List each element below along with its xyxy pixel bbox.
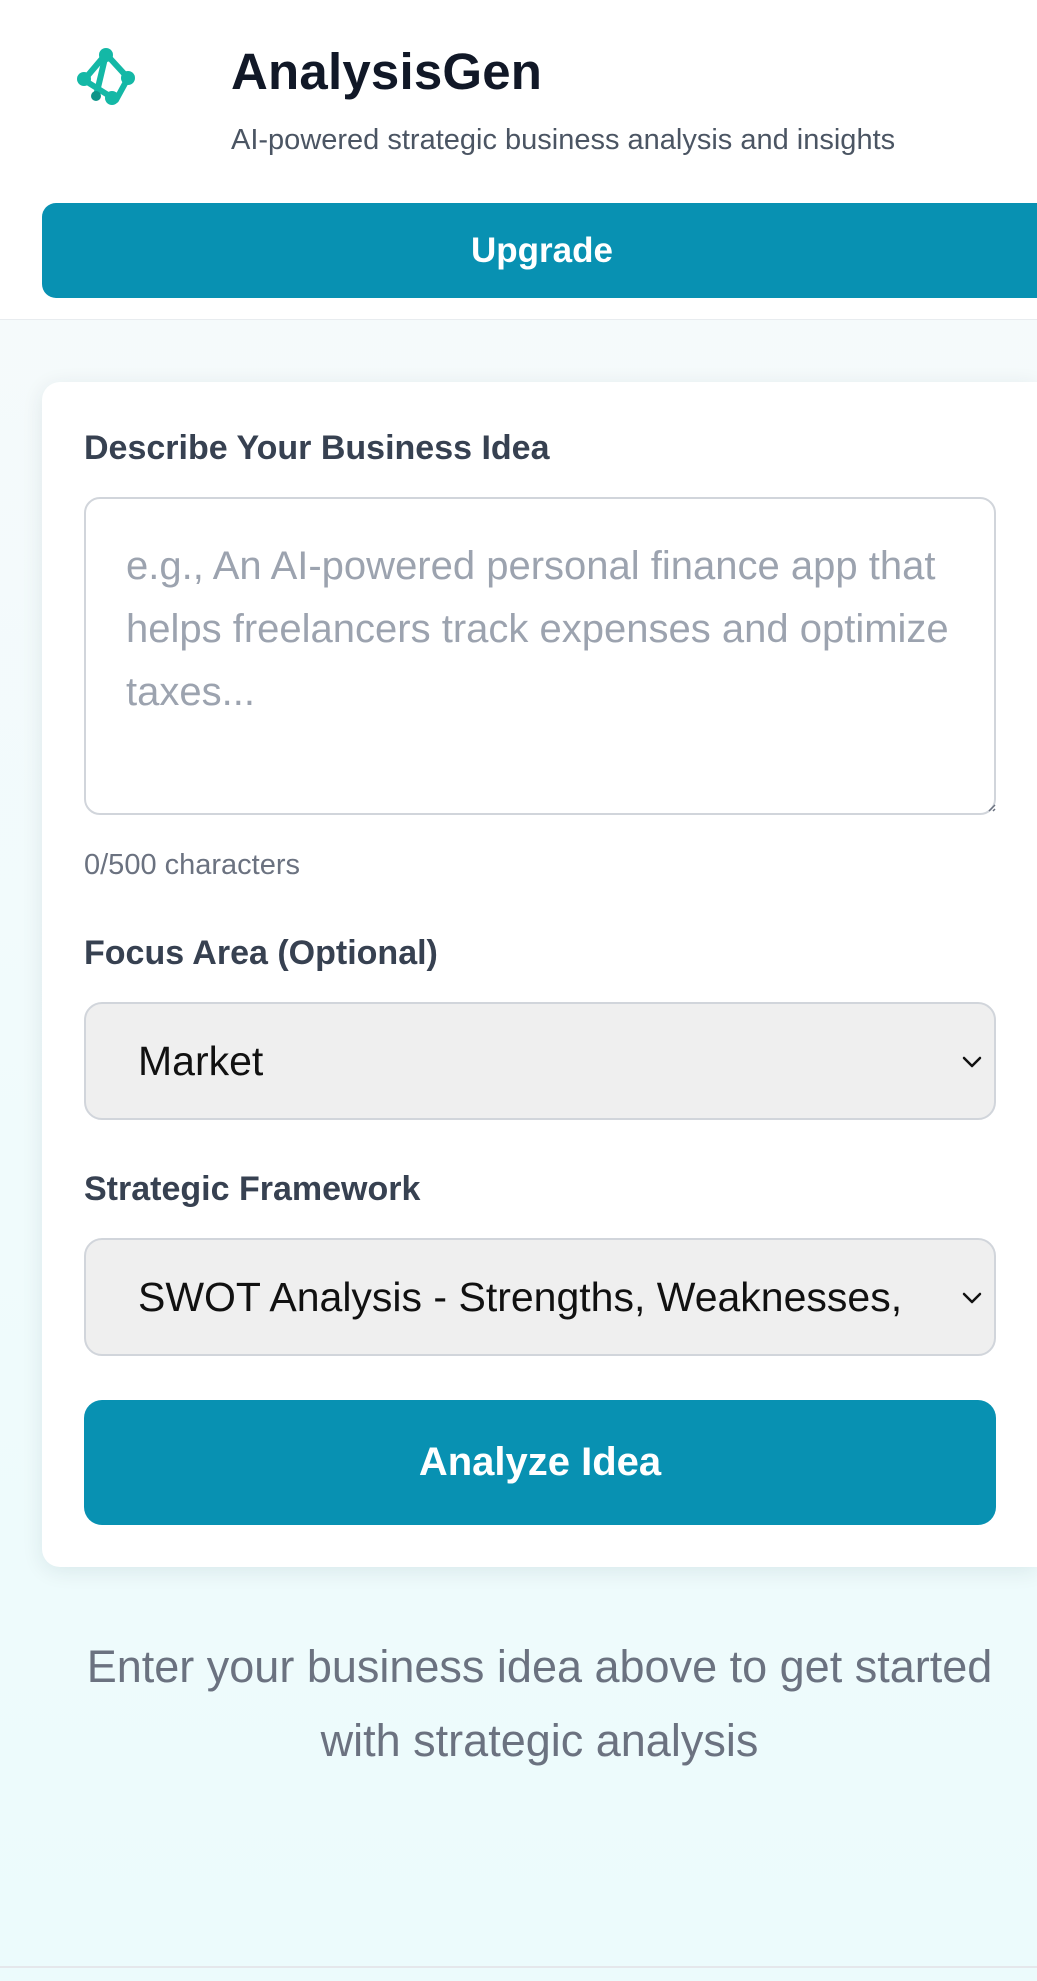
resize-handle-icon[interactable]	[986, 802, 996, 812]
idea-label: Describe Your Business Idea	[84, 429, 550, 467]
chevron-down-icon	[962, 1056, 982, 1068]
network-logo-icon	[77, 48, 135, 105]
framework-selected-value: SWOT Analysis - Strengths, Weaknesses, O…	[138, 1274, 903, 1320]
app-title: AnalysisGen	[231, 43, 543, 100]
app-header: AnalysisGen AI-powered strategic busines…	[0, 0, 1037, 320]
analyze-idea-button[interactable]: Analyze Idea	[84, 1400, 996, 1525]
empty-state-message: Enter your business idea above to get st…	[86, 1641, 993, 1766]
analysis-form-card: Describe Your Business Idea 0/500 charac…	[42, 382, 1037, 1567]
app-subtitle: AI-powered strategic business analysis a…	[231, 124, 896, 156]
business-idea-input[interactable]	[84, 497, 996, 815]
strategic-framework-label: Strategic Framework	[84, 1170, 421, 1208]
upgrade-button[interactable]: Upgrade	[42, 203, 1037, 298]
focus-area-label: Focus Area (Optional)	[84, 934, 438, 972]
chevron-down-icon	[962, 1292, 982, 1304]
focus-area-select[interactable]: Market	[84, 1002, 996, 1120]
focus-area-selected-value: Market	[138, 1038, 264, 1084]
strategic-framework-select[interactable]: SWOT Analysis - Strengths, Weaknesses, O…	[84, 1238, 996, 1356]
bottom-divider	[0, 1966, 1037, 1968]
character-count: 0/500 characters	[84, 849, 301, 881]
